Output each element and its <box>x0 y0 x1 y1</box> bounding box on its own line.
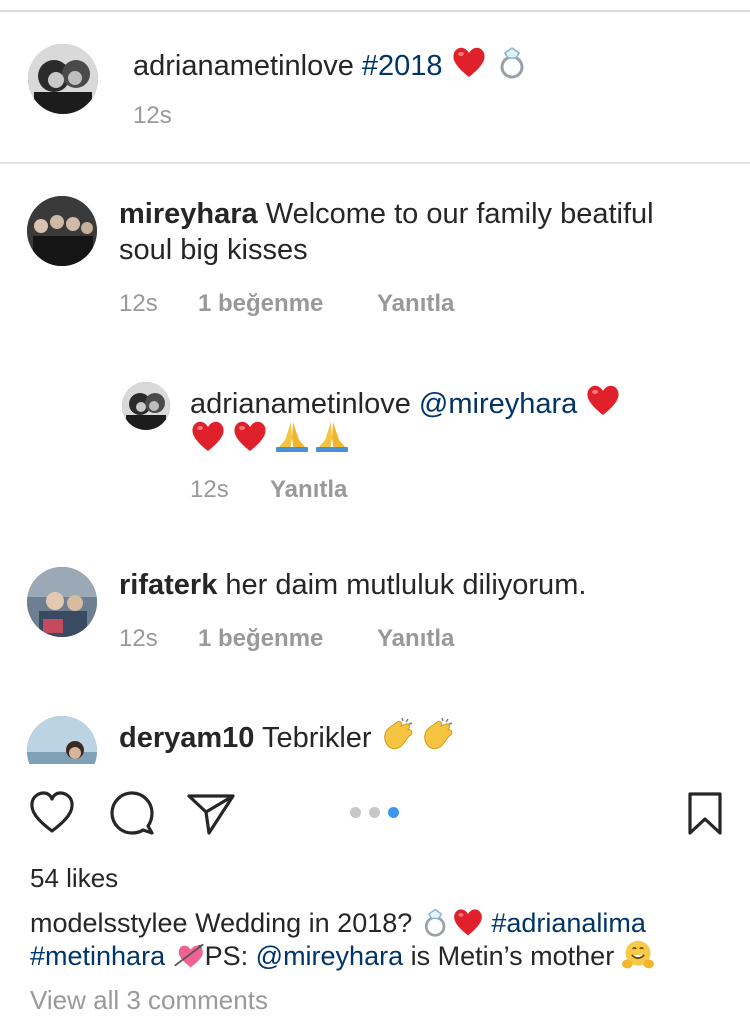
likes-count[interactable]: 54 likes <box>30 862 118 894</box>
comment-time: 12s <box>119 290 158 317</box>
comment-text: rifaterk her daim mutluluk diliyorum. <box>119 567 586 603</box>
post-header-line: adrianametinlove #2018 <box>133 44 531 84</box>
comment-username[interactable]: rifaterk <box>119 569 217 601</box>
comment-username[interactable]: deryam10 <box>119 722 254 754</box>
avatar[interactable] <box>122 382 170 430</box>
post-caption: modelsstylee Wedding in 2018? #adrianali… <box>30 906 730 972</box>
heart-emoji <box>452 906 484 938</box>
comments-list[interactable]: mireyhara Welcome to our family beatiful… <box>0 164 750 764</box>
comment-icon[interactable] <box>108 790 156 836</box>
reply-time: 12s <box>190 476 229 503</box>
carousel-dot <box>369 807 380 818</box>
comment-text: mireyhara Welcome to our family beatiful <box>119 196 654 232</box>
comment-time: 12s <box>119 625 158 652</box>
caption-hashtag[interactable]: #metinhara <box>30 941 165 971</box>
avatar[interactable] <box>27 567 97 637</box>
top-divider <box>0 10 750 12</box>
caption-text: Wedding in 2018? <box>195 908 413 938</box>
heart-emoji <box>451 44 487 80</box>
bookmark-icon[interactable] <box>688 792 722 836</box>
heart-emoji <box>190 418 226 454</box>
reply-button[interactable]: Yanıtla <box>377 290 454 318</box>
comment-likes[interactable]: 1 beğenme <box>198 625 323 653</box>
heart-emoji <box>232 418 268 454</box>
ring-emoji <box>495 44 531 80</box>
carousel-dot-active <box>388 807 399 818</box>
reply-button[interactable]: Yanıtla <box>377 625 454 653</box>
reply-username[interactable]: adrianametinlove <box>190 388 411 420</box>
reply-button[interactable]: Yanıtla <box>270 476 347 504</box>
comment-body: her daim mutluluk diliyorum. <box>225 569 587 601</box>
carousel-dot <box>350 807 361 818</box>
pray-emoji <box>274 418 310 454</box>
comment-meta: 12s 1 beğenme Yanıtla <box>119 625 519 655</box>
share-icon[interactable] <box>186 792 236 836</box>
ring-emoji <box>420 906 452 938</box>
caption-hashtag[interactable]: #adrianalima <box>491 908 646 938</box>
heart-icon[interactable] <box>28 790 76 836</box>
caption-text: is Metin’s mother <box>410 941 615 971</box>
post-username[interactable]: adrianametinlove <box>133 50 354 82</box>
view-all-comments-link[interactable]: View all 3 comments <box>30 984 268 1016</box>
comment-username[interactable]: mireyhara <box>119 198 258 230</box>
avatar[interactable] <box>28 44 98 114</box>
clap-emoji <box>380 716 416 752</box>
reply-mention[interactable]: @mireyhara <box>419 388 577 420</box>
post-time: 12s <box>133 102 172 129</box>
caption-text: PS: <box>204 941 249 971</box>
avatar[interactable] <box>27 196 97 266</box>
comment-likes[interactable]: 1 beğenme <box>198 290 323 318</box>
reply-text: adrianametinlove @mireyhara <box>190 382 621 422</box>
post-hashtag[interactable]: #2018 <box>362 50 443 82</box>
comment-body: Tebrikler <box>261 722 372 754</box>
avatar[interactable] <box>27 716 97 764</box>
caption-mention[interactable]: @mireyhara <box>256 941 403 971</box>
hugging-face-emoji <box>621 939 654 971</box>
pray-emoji <box>314 418 350 454</box>
clap-emoji <box>420 716 456 752</box>
comment-meta: 12s 1 beğenme Yanıtla <box>119 290 519 320</box>
heart-with-arrow-emoji <box>173 939 205 971</box>
comment-text-continued: soul big kisses <box>119 234 308 266</box>
reply-meta: 12s Yanıtla <box>190 476 490 506</box>
caption-username[interactable]: modelsstylee <box>30 908 188 938</box>
comment-body: Welcome to our family beatiful <box>265 198 654 230</box>
reply-emoji-line <box>190 418 350 458</box>
comment-text: deryam10 Tebrikler <box>119 716 456 756</box>
heart-emoji <box>585 382 621 418</box>
